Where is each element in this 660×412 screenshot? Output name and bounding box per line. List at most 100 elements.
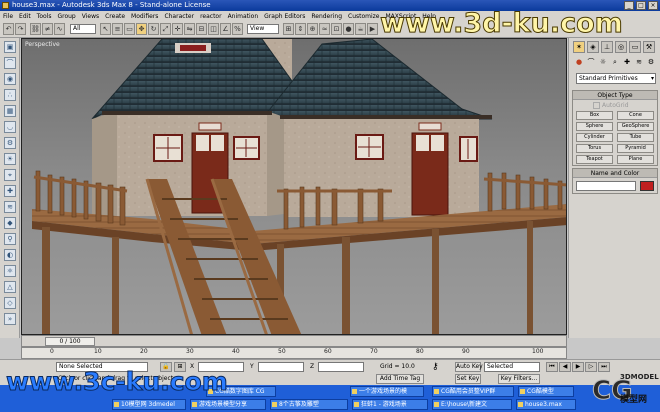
tab-cameras-icon[interactable]: ⌖	[4, 169, 16, 181]
task-button[interactable]: CG酷模型	[518, 386, 574, 397]
auto-key-button[interactable]: Auto Key	[455, 362, 483, 372]
menu-create[interactable]: Create	[105, 13, 125, 20]
menu-character[interactable]: Character	[164, 13, 194, 20]
menu-group[interactable]: Group	[57, 13, 75, 20]
hierarchy-tab-icon[interactable]: ⊥	[601, 41, 613, 53]
tab-patch-grids-icon[interactable]: ▦	[4, 105, 16, 117]
menu-customize[interactable]: Customize	[348, 13, 380, 20]
task-button[interactable]: CG酷用会员整VIP群	[432, 386, 514, 397]
tab-helpers-icon[interactable]: ✚	[4, 185, 16, 197]
tab-surface-icon[interactable]: ◇	[4, 297, 16, 309]
helpers-icon[interactable]: ✚	[622, 57, 632, 67]
tube-button[interactable]: Tube	[617, 133, 654, 142]
menu-edit[interactable]: Edit	[19, 13, 31, 20]
object-type-header[interactable]: Object Type	[573, 91, 657, 100]
close-button[interactable]: ×	[648, 1, 658, 10]
set-key-button[interactable]: Set Key	[455, 374, 481, 384]
key-mode-dropdown[interactable]: Selected	[484, 362, 540, 372]
task-button[interactable]: E:\house\新建文	[432, 399, 512, 410]
tab-objects-icon[interactable]: ▣	[4, 41, 16, 53]
curve-editor-icon[interactable]: ≈	[319, 23, 330, 35]
torus-button[interactable]: Torus	[576, 144, 613, 153]
material-editor-icon[interactable]: ●	[343, 23, 354, 35]
task-button[interactable]: 游戏场景模型分享	[190, 399, 266, 410]
tab-particles-icon[interactable]: ∴	[4, 89, 16, 101]
object-color-swatch[interactable]	[640, 181, 654, 191]
goto-end-icon[interactable]: ⏭	[598, 362, 610, 372]
plane-button[interactable]: Plane	[617, 155, 654, 164]
cone-button[interactable]: Cone	[617, 111, 654, 120]
menu-views[interactable]: Views	[82, 13, 99, 20]
schematic-view-icon[interactable]: ⊡	[331, 23, 342, 35]
menu-graph-editors[interactable]: Graph Editors	[264, 13, 305, 20]
shapes-icon[interactable]: ⌒	[586, 57, 596, 67]
link-icon[interactable]: ⛓	[30, 23, 41, 35]
motion-tab-icon[interactable]: ◎	[615, 41, 627, 53]
task-button[interactable]: 一个游戏场景的模	[350, 386, 424, 397]
pyramid-button[interactable]: Pyramid	[617, 144, 654, 153]
percent-snap-icon[interactable]: %	[232, 23, 243, 35]
tab-mesh-icon[interactable]: △	[4, 281, 16, 293]
systems-icon[interactable]: ⚙	[646, 57, 656, 67]
goto-start-icon[interactable]: ⏮	[546, 362, 558, 372]
z-field[interactable]	[318, 362, 364, 372]
geosphere-button[interactable]: GeoSphere	[617, 122, 654, 131]
object-name-field[interactable]	[576, 181, 636, 191]
minimize-button[interactable]: _	[624, 1, 634, 10]
display-tab-icon[interactable]: ▭	[629, 41, 641, 53]
play-icon[interactable]: ▶	[572, 362, 584, 372]
utilities-tab-icon[interactable]: ⚒	[643, 41, 655, 53]
render-scene-icon[interactable]: ☕	[355, 23, 366, 35]
tab-compounds-icon[interactable]: ◉	[4, 73, 16, 85]
tab-render-icon[interactable]: ◐	[4, 249, 16, 261]
key-icon[interactable]: ⚷	[432, 362, 439, 372]
add-time-tag-button[interactable]: Add Time Tag	[376, 374, 424, 384]
menu-tools[interactable]: Tools	[37, 13, 52, 20]
menu-file[interactable]: File	[3, 13, 13, 20]
app-icon[interactable]	[2, 2, 9, 9]
menu-reactor[interactable]: reactor	[200, 13, 222, 20]
menu-rendering[interactable]: Rendering	[311, 13, 342, 20]
time-slider[interactable]: 0 / 100	[45, 337, 95, 346]
selection-filter-dropdown[interactable]: All	[70, 24, 96, 34]
task-button[interactable]: house3.max	[516, 399, 576, 410]
region-select-icon[interactable]: ▭	[124, 23, 135, 35]
select-and-rotate-icon[interactable]: ↻	[148, 23, 159, 35]
spacewarps-icon[interactable]: ≋	[634, 57, 644, 67]
angle-snap-icon[interactable]: ∠	[220, 23, 231, 35]
unlink-icon[interactable]: ≠	[42, 23, 53, 35]
name-color-header[interactable]: Name and Color	[573, 169, 657, 178]
snap-icon[interactable]: ◫	[208, 23, 219, 35]
tab-lights-icon[interactable]: ☀	[4, 153, 16, 165]
tab-more-icon[interactable]: »	[4, 313, 16, 325]
tab-reactor-icon[interactable]: ⚛	[4, 265, 16, 277]
undo-icon[interactable]: ↶	[3, 23, 14, 35]
tab-nurbs-icon[interactable]: ◡	[4, 121, 16, 133]
select-and-scale-icon[interactable]: ⤢	[160, 23, 171, 35]
tab-dynamics-icon[interactable]: ⚙	[4, 137, 16, 149]
tab-bones-icon[interactable]: ⚲	[4, 233, 16, 245]
named-selection-icon[interactable]: ⊕	[307, 23, 318, 35]
reference-coord-dropdown[interactable]: View	[247, 24, 279, 34]
teapot-button[interactable]: Teapot	[576, 155, 613, 164]
primitive-type-dropdown[interactable]: Standard Primitives	[576, 73, 656, 84]
tab-modifiers-icon[interactable]: ◆	[4, 217, 16, 229]
select-and-move-icon[interactable]: ✥	[136, 23, 147, 35]
viewport-label[interactable]: Perspective	[25, 41, 60, 48]
key-filters-button[interactable]: Key Filters...	[498, 374, 540, 384]
cylinder-button[interactable]: Cylinder	[576, 133, 613, 142]
modify-tab-icon[interactable]: ◈	[587, 41, 599, 53]
box-button[interactable]: Box	[576, 111, 613, 120]
prev-frame-icon[interactable]: ◀	[559, 362, 571, 372]
align-icon[interactable]: ⊟	[196, 23, 207, 35]
tab-spacewarps-icon[interactable]: ≋	[4, 201, 16, 213]
create-tab-icon[interactable]: ✶	[573, 41, 585, 53]
select-by-name-icon[interactable]: ≡	[112, 23, 123, 35]
task-button[interactable]: 8个古筝及雕塑	[270, 399, 348, 410]
y-field[interactable]	[258, 362, 304, 372]
task-button[interactable]: 10模型网 3dmedel	[112, 399, 186, 410]
maximize-button[interactable]: □	[636, 1, 646, 10]
track-bar[interactable]: 0 10 20 30 40 50 60 70 80 90 100	[21, 347, 567, 359]
menu-modifiers[interactable]: Modifiers	[131, 13, 158, 20]
select-object-icon[interactable]: ↖	[100, 23, 111, 35]
